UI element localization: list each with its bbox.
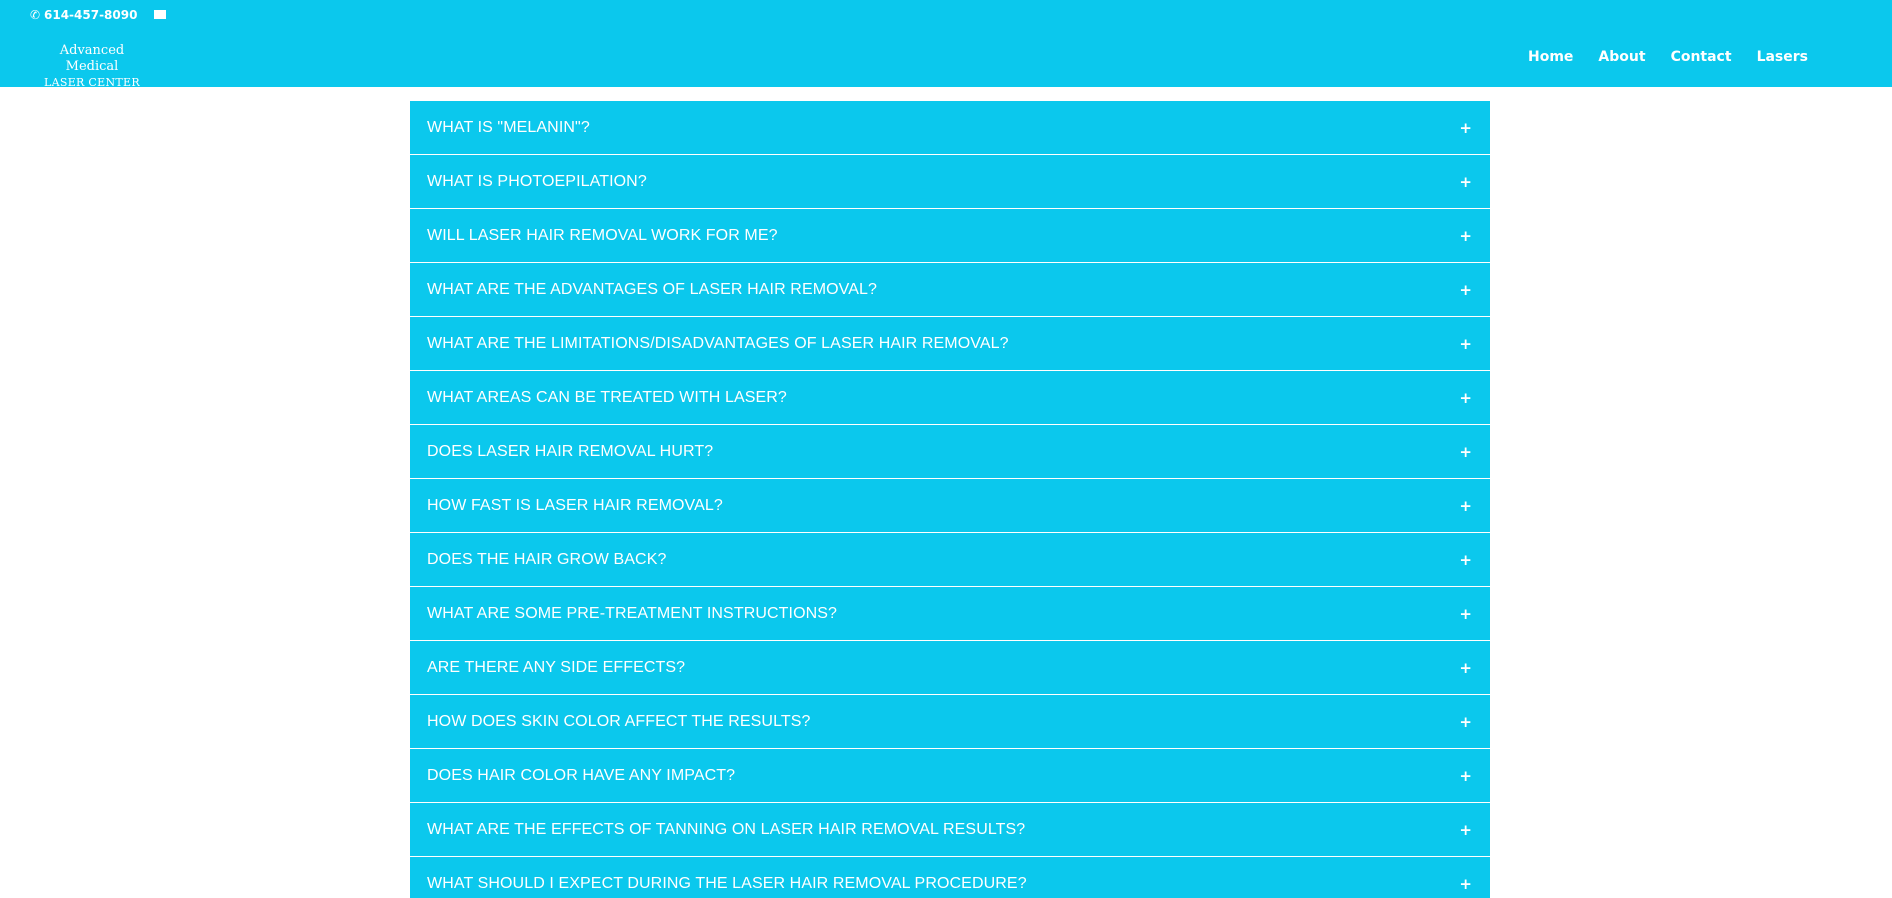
expand-icon[interactable]: + (1459, 605, 1472, 623)
faq-item[interactable]: HOW FAST IS LASER HAIR REMOVAL? + (410, 479, 1490, 532)
expand-icon[interactable]: + (1459, 335, 1472, 353)
faq-item[interactable]: WILL LASER HAIR REMOVAL WORK FOR ME? + (410, 209, 1490, 262)
phone-number[interactable]: 614-457-8090 (44, 8, 137, 22)
faq-question: WHAT ARE THE EFFECTS OF TANNING ON LASER… (427, 820, 1026, 838)
expand-icon[interactable]: + (1459, 281, 1472, 299)
expand-icon[interactable]: + (1459, 551, 1472, 569)
faq-question: WILL LASER HAIR REMOVAL WORK FOR ME? (427, 226, 778, 244)
faq-question: WHAT ARE SOME PRE-TREATMENT INSTRUCTIONS… (427, 604, 838, 622)
faq-question: WHAT ARE THE ADVANTAGES OF LASER HAIR RE… (427, 280, 878, 298)
expand-icon[interactable]: + (1459, 173, 1472, 191)
faq-question: HOW FAST IS LASER HAIR REMOVAL? (427, 496, 723, 514)
expand-icon[interactable]: + (1459, 713, 1472, 731)
phone-icon: ✆ (30, 8, 41, 22)
faq-item[interactable]: WHAT AREAS CAN BE TREATED WITH LASER? + (410, 371, 1490, 424)
logo-line-1: Advanced Medical (59, 43, 125, 74)
expand-icon[interactable]: + (1459, 119, 1472, 137)
logo-line-2: LASER CENTER (44, 76, 140, 89)
faq-item[interactable]: WHAT SHOULD I EXPECT DURING THE LASER HA… (410, 857, 1490, 898)
expand-icon[interactable]: + (1459, 389, 1472, 407)
main-nav: Home About Contact Lasers (1503, 49, 1808, 65)
faq-item[interactable]: WHAT IS PHOTOEPILATION? + (410, 155, 1490, 208)
faq-item[interactable]: WHAT ARE THE EFFECTS OF TANNING ON LASER… (410, 803, 1490, 856)
faq-accordion: WHAT IS "MELANIN"? + WHAT IS PHOTOEPILATIO… (410, 101, 1490, 898)
mail-icon[interactable] (154, 9, 167, 19)
faq-item[interactable]: HOW DOES SKIN COLOR AFFECT THE RESULTS? + (410, 695, 1490, 748)
faq-item[interactable]: ARE THERE ANY SIDE EFFECTS? + (410, 641, 1490, 694)
faq-question: WHAT ARE THE LIMITATIONS/DISADVANTAGES O… (427, 334, 1009, 352)
site-logo[interactable]: Advanced Medical LASER CENTER (36, 43, 148, 91)
expand-icon[interactable]: + (1459, 497, 1472, 515)
faq-item[interactable]: DOES LASER HAIR REMOVAL HURT? + (410, 425, 1490, 478)
faq-question: WHAT AREAS CAN BE TREATED WITH LASER? (427, 388, 787, 406)
expand-icon[interactable]: + (1459, 875, 1472, 893)
faq-question: ARE THERE ANY SIDE EFFECTS? (427, 658, 686, 676)
top-contact-bar: ✆ 614-457-8090 (30, 6, 167, 24)
faq-item[interactable]: DOES HAIR COLOR HAVE ANY IMPACT? + (410, 749, 1490, 802)
faq-item[interactable]: WHAT IS "MELANIN"? + (410, 101, 1490, 154)
faq-item[interactable]: DOES THE HAIR GROW BACK? + (410, 533, 1490, 586)
faq-item[interactable]: WHAT ARE SOME PRE-TREATMENT INSTRUCTIONS… (410, 587, 1490, 640)
faq-item[interactable]: WHAT ARE THE LIMITATIONS/DISADVANTAGES O… (410, 317, 1490, 370)
faq-question: HOW DOES SKIN COLOR AFFECT THE RESULTS? (427, 712, 811, 730)
faq-question: WHAT SHOULD I EXPECT DURING THE LASER HA… (427, 874, 1027, 892)
nav-lasers[interactable]: Lasers (1757, 49, 1808, 65)
nav-about[interactable]: About (1598, 49, 1645, 65)
faq-question: WHAT IS "MELANIN"? (427, 118, 590, 136)
faq-question: WHAT IS PHOTOEPILATION? (427, 172, 647, 190)
faq-item[interactable]: WHAT ARE THE ADVANTAGES OF LASER HAIR RE… (410, 263, 1490, 316)
expand-icon[interactable]: + (1459, 227, 1472, 245)
site-header: ✆ 614-457-8090 Advanced Medical LASER CE… (0, 0, 1892, 89)
faq-question: DOES HAIR COLOR HAVE ANY IMPACT? (427, 766, 736, 784)
expand-icon[interactable]: + (1459, 821, 1472, 839)
faq-question: DOES LASER HAIR REMOVAL HURT? (427, 442, 714, 460)
expand-icon[interactable]: + (1459, 767, 1472, 785)
expand-icon[interactable]: + (1459, 443, 1472, 461)
nav-home[interactable]: Home (1528, 49, 1573, 65)
faq-question: DOES THE HAIR GROW BACK? (427, 550, 667, 568)
nav-contact[interactable]: Contact (1671, 49, 1732, 65)
expand-icon[interactable]: + (1459, 659, 1472, 677)
